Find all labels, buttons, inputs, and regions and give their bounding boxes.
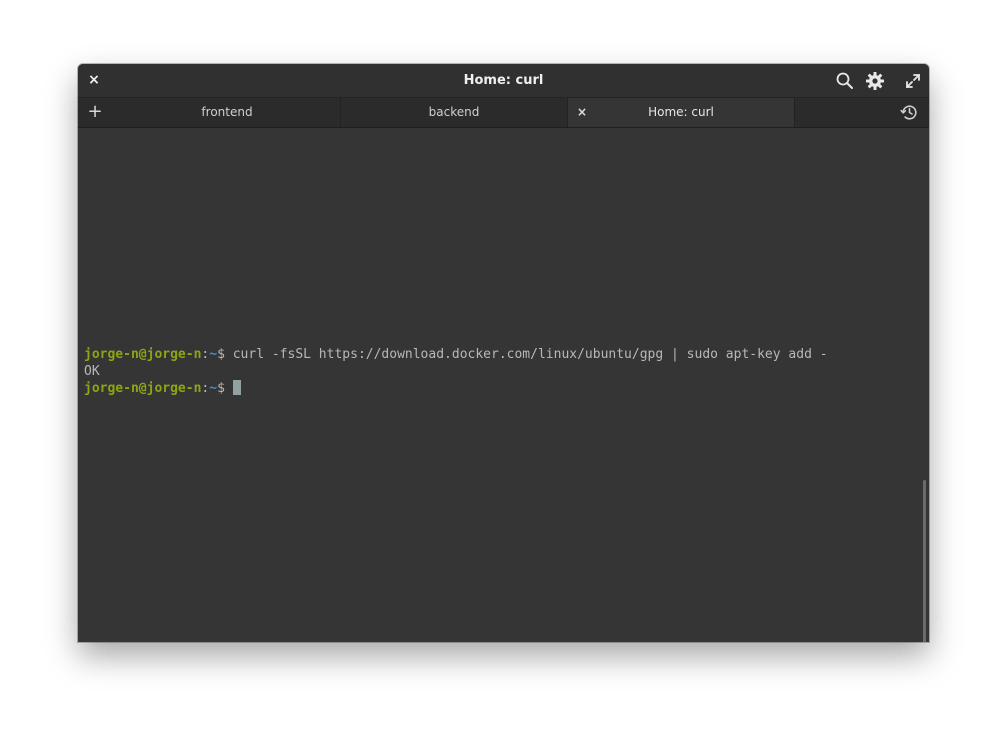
prompt-user: jorge-n@jorge-n <box>84 347 202 362</box>
tab-label: backend <box>428 105 480 119</box>
text-cursor <box>232 380 241 395</box>
gear-icon[interactable] <box>865 71 885 91</box>
command-text: curl -fsSL https://download.docker.com/l… <box>232 347 828 362</box>
tab-frontend[interactable]: frontend <box>114 98 341 127</box>
tab-label: Home: curl <box>648 105 714 119</box>
terminal-output[interactable]: jorge-n@jorge-n:~$ curl -fsSL https://do… <box>78 128 929 642</box>
prompt-user: jorge-n@jorge-n <box>84 381 202 396</box>
prompt-path: ~ <box>209 381 218 396</box>
new-tab-button[interactable]: + <box>86 103 104 121</box>
terminal-line: OK <box>84 363 100 380</box>
title-bar: × Home: curl <box>78 64 929 98</box>
tab-bar: + frontend backend × Home: curl <box>78 98 929 128</box>
history-icon[interactable] <box>900 103 919 122</box>
prompt-dollar: $ <box>217 347 233 362</box>
search-icon[interactable] <box>835 71 855 91</box>
prompt-path: ~ <box>209 347 218 362</box>
prompt-dollar: $ <box>217 381 233 396</box>
tab-label: frontend <box>201 105 253 119</box>
terminal-window: × Home: curl + frontend backend × Home: … <box>78 64 929 642</box>
terminal-line: jorge-n@jorge-n:~$ curl -fsSL https://do… <box>84 346 828 363</box>
tab-home-curl[interactable]: × Home: curl <box>567 98 795 127</box>
output-text: OK <box>84 364 100 379</box>
terminal-line: jorge-n@jorge-n:~$ <box>84 380 241 397</box>
tab-close-button[interactable]: × <box>576 98 588 127</box>
scrollbar[interactable] <box>923 480 926 642</box>
window-title: Home: curl <box>463 73 544 88</box>
tab-backend[interactable]: backend <box>341 98 568 127</box>
maximize-icon[interactable] <box>903 71 923 91</box>
